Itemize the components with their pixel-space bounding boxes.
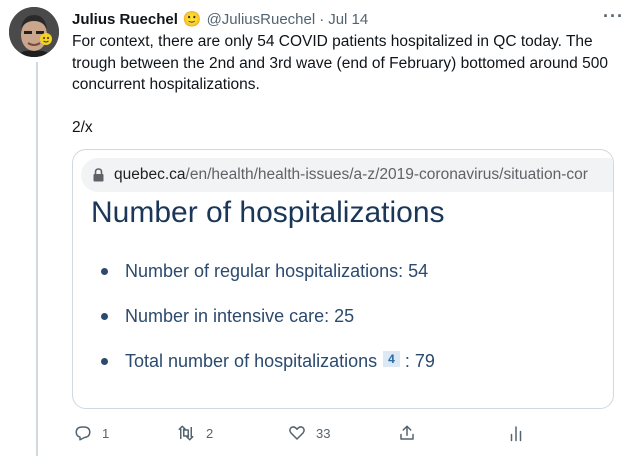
retweet-count: 2 [206,425,214,441]
list-item: Number in intensive care: 25 [99,303,435,348]
reply-button[interactable]: 1 [74,424,109,442]
card-heading: Number of hospitalizations [91,196,445,229]
analytics-button[interactable] [508,424,524,442]
hospitalization-list: Number of regular hospitalizations: 54 N… [99,258,435,393]
share-button[interactable] [398,424,416,442]
list-item: Number of regular hospitalizations: 54 [99,258,435,303]
thread-line [36,62,38,456]
list-item-suffix: : 79 [404,351,435,371]
tweet-date[interactable]: Jul 14 [328,11,368,28]
list-item-label: Number in intensive care: 25 [125,306,355,326]
like-button[interactable]: 33 [288,424,330,442]
heart-icon [289,426,305,440]
list-item: Total number of hospitalizations 4: 79 [99,348,435,393]
author-emoji: 🙂 [182,11,202,28]
author-name[interactable]: Julius Ruechel [72,11,178,28]
footnote-badge: 4 [383,351,400,367]
avatar-photo [9,7,59,57]
reply-count: 1 [102,425,110,441]
tweet-text: For context, there are only 54 COVID pat… [72,31,612,139]
tweet-header: Julius Ruechel 🙂 @JuliusRuechel · Jul 14 [72,8,624,30]
tweet-body: For context, there are only 54 COVID pat… [72,33,608,93]
url-path: /en/health/health-issues/a-z/2019-corona… [185,166,588,183]
screenshot-card[interactable]: quebec.ca/en/health/health-issues/a-z/20… [72,149,614,409]
retweet-button[interactable]: 2 [176,424,213,442]
url-domain: quebec.ca [114,166,186,183]
list-item-label: Total number of hospitalizations [125,351,378,371]
url-bar: quebec.ca/en/health/health-issues/a-z/20… [81,158,613,192]
analytics-icon [510,426,522,442]
list-item-label: Number of regular hospitalizations: 54 [125,261,429,281]
thread-marker: 2/x [72,119,93,136]
retweet-icon [178,425,194,441]
share-icon [400,425,414,440]
separator: · [319,10,325,28]
more-options-icon[interactable]: ··· [603,6,624,27]
like-count: 33 [316,425,331,441]
avatar[interactable] [9,7,59,57]
reply-icon [75,426,91,441]
action-bar: 1 2 33 [72,418,612,448]
lock-icon [93,168,104,182]
author-handle[interactable]: @JuliusRuechel [207,11,316,28]
